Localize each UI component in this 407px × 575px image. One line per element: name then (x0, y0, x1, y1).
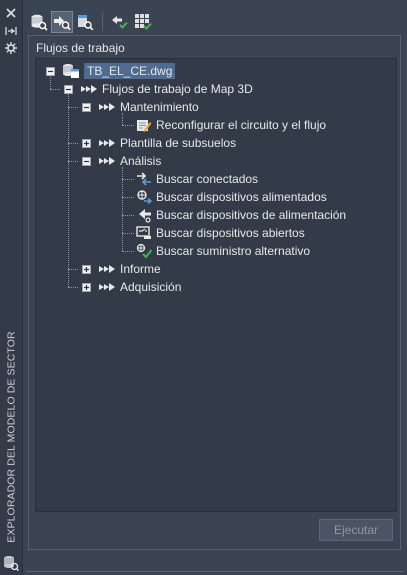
sector-model-panel: Flujos de trabajo TB_EL_CE.dwg Flujos de… (23, 0, 407, 575)
palette-strip: EXPLORADOR DEL MODELO DE SECTOR (0, 0, 23, 575)
tree-item-buscar-suministro[interactable]: Buscar suministro alternativo (136, 242, 310, 260)
arrow-check-icon[interactable] (109, 11, 131, 33)
tree-item-label: Buscar dispositivos de alimentación (156, 208, 347, 222)
tree-group-label: Adquisición (120, 280, 182, 294)
tree-group-mantenimiento[interactable]: Mantenimiento (98, 98, 199, 116)
tree-connector (122, 125, 134, 126)
tree-item-label: Buscar suministro alternativo (156, 244, 311, 258)
open-devices-icon (136, 225, 152, 241)
fed-devices-icon (136, 189, 152, 205)
database-search-icon[interactable] (28, 11, 50, 33)
tree-connector (122, 197, 134, 198)
workflow-tree[interactable]: TB_EL_CE.dwg Flujos de trabajo de Map 3D… (35, 58, 397, 512)
tree-group-informe[interactable]: Informe (98, 260, 161, 278)
tree-connector (68, 161, 78, 162)
expand-toggle[interactable] (82, 139, 91, 148)
properties-icon[interactable] (3, 41, 19, 55)
auto-hide-icon[interactable] (3, 24, 19, 38)
grid-check-icon[interactable] (132, 11, 154, 33)
workflow-folder-icon (98, 137, 116, 149)
tree-item-reconfigurar[interactable]: Reconfigurar el circuito y el flujo (136, 116, 326, 134)
feeding-devices-icon (136, 207, 152, 223)
tree-root-node[interactable]: Flujos de trabajo de Map 3D (80, 80, 253, 98)
tree-file-label: TB_EL_CE.dwg (84, 63, 176, 79)
toolbar-separator (102, 13, 103, 31)
tree-connector (68, 287, 78, 288)
workflow-folder-icon (98, 263, 116, 275)
tree-connector (122, 179, 134, 180)
tree-item-label: Reconfigurar el circuito y el flujo (156, 118, 327, 132)
tree-group-label: Plantilla de subsuelos (120, 136, 237, 150)
collapse-toggle[interactable] (46, 67, 55, 76)
model-search-icon[interactable] (74, 11, 96, 33)
palette-title: EXPLORADOR DEL MODELO DE SECTOR (6, 331, 18, 543)
workflow-folder-icon (98, 101, 116, 113)
tree-file-node[interactable]: TB_EL_CE.dwg (62, 62, 176, 80)
collapse-toggle[interactable] (82, 103, 91, 112)
sector-model-icon (3, 555, 20, 572)
tree-connector (122, 251, 134, 252)
tree-connector (68, 107, 78, 108)
tree-item-label: Buscar dispositivos abiertos (156, 226, 305, 240)
tree-group-label: Análisis (120, 154, 162, 168)
toolbar (28, 10, 155, 34)
tree-group-label: Informe (120, 262, 161, 276)
collapse-toggle[interactable] (82, 157, 91, 166)
tree-group-label: Mantenimiento (120, 100, 199, 114)
tree-connector (68, 94, 69, 287)
workflow-folder-icon (98, 155, 116, 167)
tree-item-label: Buscar dispositivos alimentados (156, 190, 327, 204)
tree-root-label: Flujos de trabajo de Map 3D (102, 82, 253, 96)
collapse-toggle[interactable] (64, 85, 73, 94)
tree-connector (68, 269, 78, 270)
tree-connector (122, 233, 134, 234)
tree-item-label: Buscar conectados (156, 172, 259, 186)
workflow-folder-icon (98, 281, 116, 293)
tree-group-analisis[interactable]: Análisis (98, 152, 161, 170)
panel-divider (26, 571, 404, 572)
alternate-supply-icon (136, 243, 152, 259)
tree-item-buscar-alimentacion[interactable]: Buscar dispositivos de alimentación (136, 206, 346, 224)
expand-toggle[interactable] (82, 265, 91, 274)
edit-document-icon (136, 117, 152, 133)
workflow-run-icon[interactable] (51, 11, 73, 33)
run-button[interactable]: Ejecutar (319, 519, 393, 541)
expand-toggle[interactable] (82, 283, 91, 292)
tree-connector (122, 215, 134, 216)
tree-connector (50, 89, 60, 90)
tree-group-adquisicion[interactable]: Adquisición (98, 278, 181, 296)
tree-item-buscar-abiertos[interactable]: Buscar dispositivos abiertos (136, 224, 305, 242)
tree-item-buscar-alimentados[interactable]: Buscar dispositivos alimentados (136, 188, 327, 206)
workflow-folder-icon (80, 83, 98, 95)
close-icon[interactable] (3, 6, 19, 20)
tree-connector (68, 143, 78, 144)
drawing-file-icon (62, 63, 80, 79)
connected-arrows-icon (136, 171, 152, 187)
workflow-section-title: Flujos de trabajo (36, 41, 125, 55)
tree-item-buscar-conectados[interactable]: Buscar conectados (136, 170, 258, 188)
tree-group-plantilla[interactable]: Plantilla de subsuelos (98, 134, 236, 152)
